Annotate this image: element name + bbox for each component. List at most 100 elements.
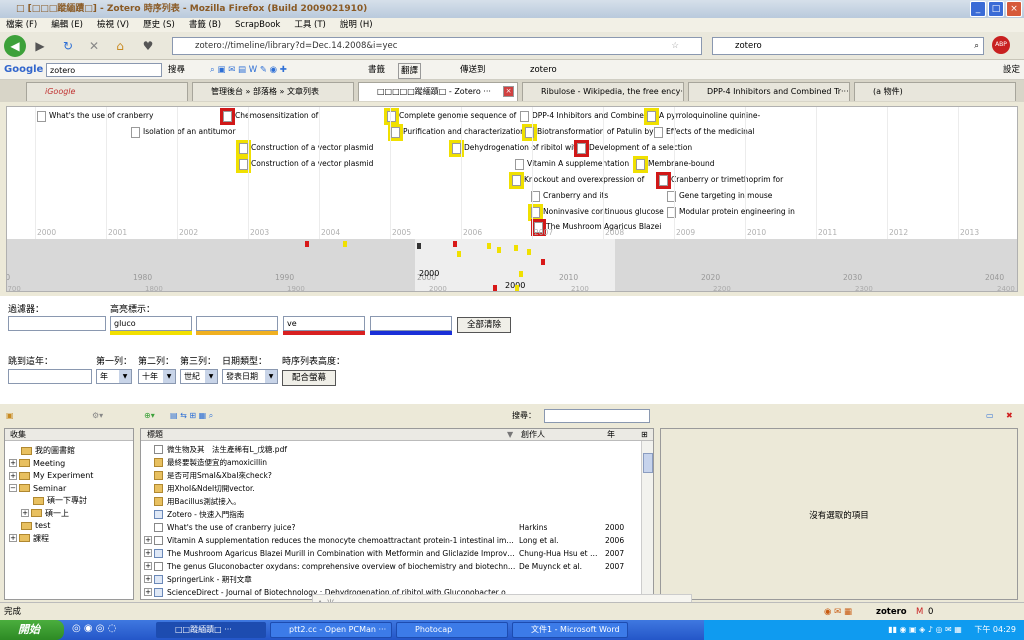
timeline-event-marker[interactable] xyxy=(457,251,461,257)
collection-item[interactable]: test xyxy=(9,520,50,532)
item-row[interactable]: + Vitamin A supplementation reduces the m… xyxy=(141,534,641,547)
band1-select[interactable]: 年 xyxy=(96,369,132,384)
zotero-close-icon[interactable]: ✖ xyxy=(1006,406,1013,426)
tab-wikipedia[interactable]: Ribulose - Wikipedia, the free ency··· xyxy=(522,82,684,101)
menu-item[interactable]: 檔案 (F) xyxy=(6,18,37,32)
band2-select[interactable]: 十年 xyxy=(138,369,176,384)
highlight-input-4[interactable] xyxy=(370,316,452,331)
timeline-event[interactable]: Cranberry and its xyxy=(531,189,608,203)
zotero-search-input[interactable] xyxy=(544,409,650,423)
item-row[interactable]: What's the use of cranberry juice? Harkin… xyxy=(141,521,641,534)
timeline-decade-band[interactable]: 1970 1700 1980 1800 1990 1900 2000 2000 2010 2100… xyxy=(7,239,1017,291)
item-row[interactable]: 用Bacillus測試接入。 xyxy=(141,495,641,508)
timeline-event-marker[interactable] xyxy=(487,243,491,249)
expand-toggle-icon[interactable]: + xyxy=(144,588,152,596)
zotero-toolbar-button[interactable]: zotero xyxy=(530,60,557,80)
expand-toggle-icon[interactable]: + xyxy=(21,509,29,517)
tab-close-button[interactable]: × xyxy=(503,86,514,97)
tab-object[interactable]: (a 物件) xyxy=(854,82,1016,101)
menu-item[interactable]: 編輯 (E) xyxy=(51,18,83,32)
item-row[interactable]: + SpringerLink - 期刊文章 xyxy=(141,573,641,586)
tab-blog-admin[interactable]: 管理後台 » 部落格 » 文章列表 xyxy=(192,82,354,101)
zotero-status[interactable]: zotero xyxy=(876,603,907,621)
toolbar-item-icons[interactable]: ▤ ⇆ ⊞ ▦ ⌕ xyxy=(170,406,213,426)
quicklaunch-icons[interactable]: ◎ ◉ ◎ ◌ xyxy=(72,623,116,634)
timeline-year-band[interactable]: What's the use of cranberry Isolation of … xyxy=(7,107,1017,239)
star-icon[interactable]: ☆ xyxy=(671,38,679,54)
gmail-icon[interactable]: M xyxy=(916,603,923,621)
expand-toggle-icon[interactable]: + xyxy=(9,471,17,480)
timeline-event-marker[interactable] xyxy=(497,247,501,253)
timeline-event[interactable]: Modular protein engineering in xyxy=(667,205,795,219)
timeline-event[interactable]: Dehydrogenation of ribitol with xyxy=(449,140,581,157)
menu-item[interactable]: 檢視 (V) xyxy=(97,18,129,32)
scrollbar-thumb[interactable] xyxy=(643,453,653,473)
settings-button[interactable]: 設定 xyxy=(1003,60,1020,80)
url-bar[interactable]: zotero://timeline/library?d=Dec.14.2008&… xyxy=(172,37,702,55)
menu-item[interactable]: 說明 (H) xyxy=(340,18,373,32)
highlight-input-3[interactable]: ve xyxy=(283,316,365,331)
timeline-event[interactable]: The Mushroom Agaricus Blazei xyxy=(531,219,661,236)
expand-toggle-icon[interactable]: + xyxy=(144,562,152,570)
filter-input[interactable] xyxy=(8,316,106,331)
bookmark-star-icon[interactable]: ♥ xyxy=(138,37,158,55)
menu-item[interactable]: 歷史 (S) xyxy=(143,18,175,32)
item-row[interactable]: 微生物及其 法生產稀有L_戊糖.pdf xyxy=(141,443,641,456)
tab-dpp4[interactable]: DPP-4 Inhibitors and Combined Tr··· xyxy=(688,82,850,101)
timeline-event-marker[interactable] xyxy=(541,259,545,265)
start-button[interactable]: 開始 xyxy=(0,620,64,640)
timeline-event[interactable]: DPP-4 Inhibitors and Combined xyxy=(520,109,649,123)
task-pcman[interactable]: ptt2.cc - Open PCMan ··· xyxy=(270,622,392,638)
close-button[interactable]: × xyxy=(1006,1,1022,17)
expand-toggle-icon[interactable]: − xyxy=(9,484,17,492)
timeline-event-marker[interactable] xyxy=(519,271,523,277)
back-button[interactable]: ◀ xyxy=(4,35,26,57)
timeline-event-marker[interactable] xyxy=(453,241,457,247)
tray-icons[interactable]: ▮▮ ◉ ▣ ◈ ♪ ◎ ✉ ▦ xyxy=(888,625,962,634)
expand-toggle-icon[interactable]: + xyxy=(144,549,152,557)
forward-button[interactable]: ▶ xyxy=(30,37,50,55)
toolbar-icons[interactable]: ⌕ ▣ ✉ ▤ W ✎ ◉ ✚ xyxy=(210,60,287,80)
timeline-event[interactable]: Gene targeting in mouse xyxy=(667,189,772,203)
expand-toggle-icon[interactable]: + xyxy=(144,575,152,583)
fit-screen-button[interactable]: 配合螢幕 xyxy=(282,370,336,386)
task-firefox[interactable]: □□蹤緬蹟□ ··· xyxy=(156,622,266,638)
timeline-event[interactable]: Biotransformation of Patulin by xyxy=(522,124,654,141)
collection-item[interactable]: 碩一下專討 xyxy=(21,495,87,507)
timeline-event[interactable]: Membrane-bound xyxy=(633,156,715,173)
translate-button[interactable]: 翻譯 xyxy=(398,63,422,79)
column-picker-icon[interactable]: ⊞ xyxy=(641,429,648,441)
highlight-input-1[interactable]: gluco xyxy=(110,316,192,331)
timeline-event[interactable]: Isolation of an antitumor xyxy=(131,125,236,139)
timeline-event[interactable]: Purification and characterization xyxy=(388,124,525,141)
clear-all-button[interactable]: 全部清除 xyxy=(457,317,511,333)
band3-select[interactable]: 世紀 xyxy=(180,369,218,384)
menu-item[interactable]: 書籤 (B) xyxy=(189,18,221,32)
timeline-event-marker[interactable] xyxy=(515,285,519,291)
timeline-event[interactable]: A pyrroloquinoline quinine- xyxy=(644,108,760,125)
maximize-button[interactable]: □ xyxy=(988,1,1004,17)
timeline-event-marker[interactable] xyxy=(527,249,531,255)
timeline-event-marker[interactable] xyxy=(343,241,347,247)
timeline-event[interactable]: What's the use of cranberry xyxy=(37,109,153,123)
search-box[interactable]: zotero ⌕ xyxy=(712,37,984,55)
tab-igoogle[interactable]: iGoogle xyxy=(26,82,188,101)
highlight-input-2[interactable] xyxy=(196,316,278,331)
collection-item[interactable]: + 課程 xyxy=(9,533,49,545)
new-collection-icon[interactable]: ▣ xyxy=(6,406,14,426)
collection-item[interactable]: − Seminar xyxy=(9,483,66,495)
timeline-event-marker[interactable] xyxy=(305,241,309,247)
new-item-icon[interactable]: ⊕▾ xyxy=(144,406,155,426)
item-row[interactable]: Zotero - 快速入門指南 xyxy=(141,508,641,521)
google-search-button[interactable]: 搜尋 xyxy=(168,60,185,80)
timeline-event[interactable]: Noninvasive continuous glucose xyxy=(528,204,664,221)
stop-button[interactable]: ✕ xyxy=(84,37,104,55)
item-row[interactable]: 用XhoI&NdeI切開vector. xyxy=(141,482,641,495)
actions-gear-icon[interactable]: ⚙▾ xyxy=(92,406,103,426)
timeline-event[interactable]: Effects of the medicinal xyxy=(654,125,755,139)
timeline-event[interactable]: Construction of a vector plasmid xyxy=(236,140,373,157)
collection-item[interactable]: + Meeting xyxy=(9,458,65,470)
item-row[interactable]: 最終要製造便宜的amoxicillin xyxy=(141,456,641,469)
tab-zotero-timeline[interactable]: □□□□□蹤緬蹟□ - Zotero ··· × xyxy=(358,82,518,101)
items-scrollbar[interactable] xyxy=(641,441,653,599)
